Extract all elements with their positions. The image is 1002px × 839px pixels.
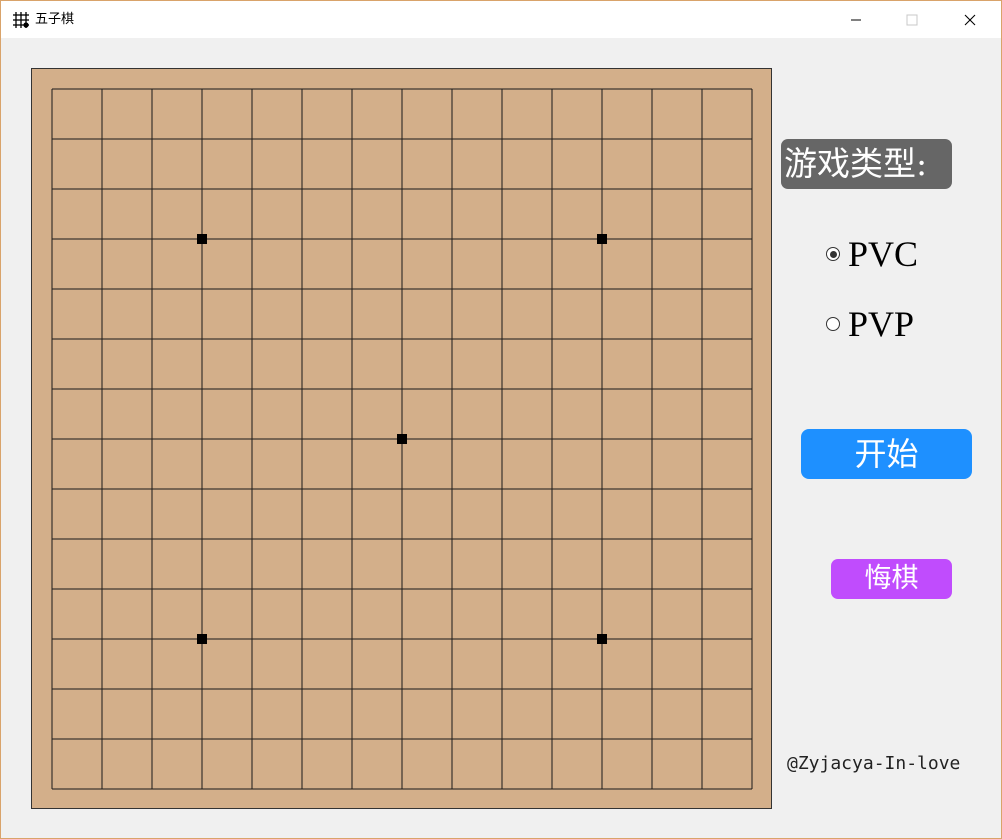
close-button[interactable] [941,1,999,38]
author-credit: @Zyjacya-In-love [787,753,961,774]
radio-button-pvp[interactable] [826,317,840,331]
maximize-icon [906,14,918,25]
star-point [397,434,407,444]
star-point [197,634,207,644]
board-canvas[interactable] [31,68,773,810]
maximize-button[interactable] [883,1,941,38]
start-button[interactable]: 开始 [801,429,972,479]
radio-button-pvc[interactable] [826,247,840,261]
mode-option-pvp[interactable]: PVP [826,304,914,344]
star-point [597,234,607,244]
gomoku-board[interactable] [31,68,773,810]
game-type-label: 游戏类型: [781,139,952,189]
window-title: 五子棋 [35,12,75,27]
close-icon [964,14,976,25]
undo-button[interactable]: 悔棋 [831,559,952,599]
radio-selected-dot [829,250,837,258]
grid-board-icon [13,12,29,28]
app-window: 五子棋 游戏类型: PVC PVP 开始 悔棋 @Zyjacya-In-love [0,0,1002,839]
mode-option-pvc[interactable]: PVC [826,234,918,274]
mode-label-pvp[interactable]: PVP [848,303,914,345]
mode-label-pvc[interactable]: PVC [848,233,918,275]
minimize-button[interactable] [827,1,885,38]
title-bar[interactable]: 五子棋 [1,1,1001,38]
star-point [597,634,607,644]
star-point [197,234,207,244]
minimize-icon [851,19,861,20]
